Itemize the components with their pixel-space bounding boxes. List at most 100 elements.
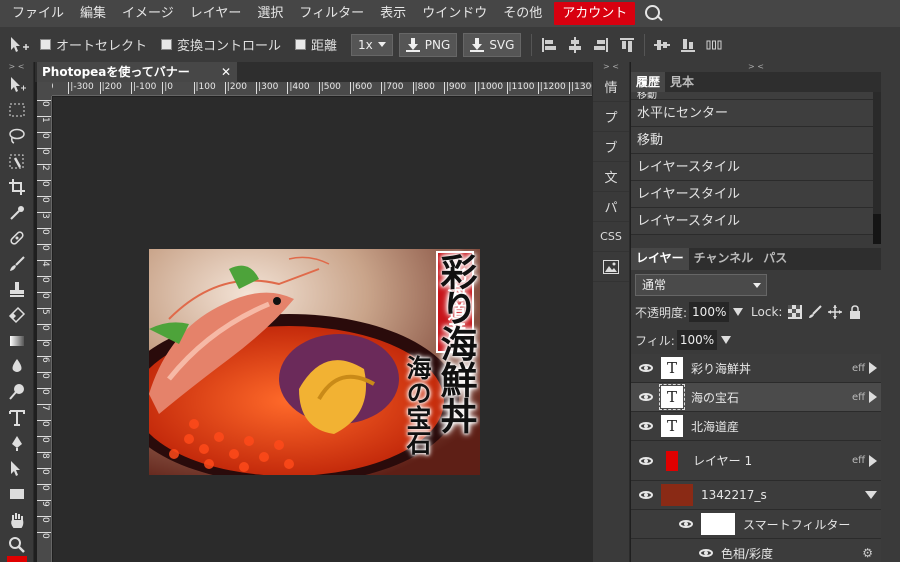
vertical-ruler[interactable]: 0 1 0 0 2 0 0 3 0 0 4 0 0 5 0 0 6 0 0 7 0 0 8 0 0 9 0 0 <box>37 96 52 562</box>
menu-filter[interactable]: フィルター <box>291 0 372 27</box>
menu-more[interactable]: その他 <box>495 0 550 27</box>
checkbox-box[interactable] <box>295 39 307 50</box>
menu-select[interactable]: 選択 <box>249 0 291 27</box>
eye-icon[interactable] <box>699 549 713 557</box>
move-tool[interactable] <box>0 72 34 98</box>
close-icon[interactable]: ✕ <box>221 62 231 82</box>
export-png-button[interactable]: PNG <box>398 32 458 57</box>
crop-tool[interactable] <box>0 174 34 200</box>
banner-canvas[interactable]: 北海道産 彩り海鮮丼 海の宝石 <box>149 249 480 475</box>
opacity-input[interactable]: 100% <box>689 302 730 322</box>
transform-controls-checkbox[interactable]: 変換コントロール <box>161 35 281 54</box>
smart-filter-row[interactable]: スマートフィルター <box>631 510 881 539</box>
tab-paths[interactable]: パス <box>758 248 792 270</box>
checkbox-box[interactable] <box>40 39 51 50</box>
align-bottom-icon[interactable] <box>679 36 697 54</box>
lock-pixels-icon[interactable] <box>808 305 823 319</box>
foreground-color-swatch[interactable] <box>7 556 27 562</box>
history-row[interactable]: レイヤースタイル <box>631 208 873 235</box>
layer-row[interactable]: レイヤー 1 eff <box>631 441 881 481</box>
align-right-icon[interactable] <box>592 36 610 54</box>
properties-panel-button[interactable]: プ <box>593 102 629 132</box>
right-panel-scrollbar[interactable] <box>881 62 900 562</box>
character-panel-button[interactable]: 文 <box>593 162 629 192</box>
search-icon[interactable] <box>641 0 665 27</box>
layer-row[interactable]: T 彩り海鮮丼 eff <box>631 354 881 383</box>
hand-tool[interactable] <box>0 507 34 533</box>
healing-tool[interactable] <box>0 226 34 252</box>
eye-icon[interactable] <box>639 364 653 372</box>
type-tool[interactable] <box>0 405 34 431</box>
horizontal-ruler[interactable]: |00 |-300 |200 |-100 |0 |100 |200 |300 |400 |500 |… <box>52 82 592 96</box>
shape-tool[interactable] <box>0 482 34 508</box>
pen-tool[interactable] <box>0 430 34 456</box>
align-middle-icon[interactable] <box>653 36 671 54</box>
marquee-tool[interactable] <box>0 98 34 124</box>
dodge-tool[interactable] <box>0 379 34 405</box>
export-svg-button[interactable]: SVG <box>463 32 522 57</box>
info-panel-button[interactable]: 情 <box>593 72 629 102</box>
expand-arrow-icon[interactable] <box>869 454 877 467</box>
eyedropper-tool[interactable] <box>0 200 34 226</box>
menu-window[interactable]: ウインドウ <box>414 0 495 27</box>
expand-arrow-icon[interactable] <box>869 362 877 374</box>
fill-dropdown-icon[interactable] <box>720 336 731 344</box>
effects-badge[interactable]: eff <box>852 363 865 374</box>
panel-collapse[interactable]: > < <box>631 62 881 72</box>
history-row[interactable]: 移動 <box>631 92 873 100</box>
expand-arrow-icon[interactable] <box>869 391 877 403</box>
brush-panel-button[interactable]: ブ <box>593 132 629 162</box>
layer-row[interactable]: T 海の宝石 eff <box>631 383 881 412</box>
align-top-icon[interactable] <box>618 36 636 54</box>
css-panel-button[interactable]: CSS <box>593 222 629 252</box>
brush-tool[interactable] <box>0 251 34 277</box>
menu-image[interactable]: イメージ <box>114 0 182 27</box>
fill-input[interactable]: 100% <box>676 330 717 350</box>
menu-view[interactable]: 表示 <box>372 0 414 27</box>
effects-badge[interactable]: eff <box>852 455 865 466</box>
eye-icon[interactable] <box>639 456 653 465</box>
lock-transparency-icon[interactable] <box>788 305 803 319</box>
layer-row[interactable]: T 北海道産 <box>631 412 881 441</box>
history-row[interactable]: レイヤースタイル <box>631 154 873 181</box>
path-select-tool[interactable] <box>0 456 34 482</box>
blur-tool[interactable] <box>0 354 34 380</box>
distribute-icon[interactable] <box>705 36 723 54</box>
lock-all-icon[interactable] <box>848 305 862 319</box>
menu-file[interactable]: ファイル <box>4 0 72 27</box>
tab-channels[interactable]: チャンネル <box>689 248 759 270</box>
checkbox-box[interactable] <box>161 39 173 50</box>
align-center-h-icon[interactable] <box>566 36 584 54</box>
auto-select-checkbox[interactable]: オートセレクト <box>40 35 147 54</box>
history-row[interactable]: レイヤースタイル <box>631 181 873 208</box>
tab-layers[interactable]: レイヤー <box>631 248 689 270</box>
opacity-dropdown-icon[interactable] <box>733 308 744 316</box>
history-row[interactable]: 移動 <box>631 127 873 154</box>
zoom-dropdown[interactable]: 1x <box>351 33 393 56</box>
align-left-icon[interactable] <box>540 36 558 54</box>
eye-icon[interactable] <box>639 491 653 499</box>
menu-edit[interactable]: 編集 <box>72 0 114 27</box>
eraser-tool[interactable] <box>0 302 34 328</box>
image-panel-button[interactable] <box>593 252 629 282</box>
distance-checkbox[interactable]: 距離 <box>295 35 337 54</box>
filter-row[interactable]: 色相/彩度 ⚙ <box>631 539 881 562</box>
menu-layer[interactable]: レイヤー <box>182 0 250 27</box>
zoom-tool[interactable] <box>0 533 34 559</box>
gradient-tool[interactable] <box>0 328 34 354</box>
layer-row[interactable]: 1342217_s <box>631 481 881 510</box>
tab-history[interactable]: 履歴 <box>631 72 666 92</box>
eye-icon[interactable] <box>679 520 693 528</box>
quick-select-tool[interactable] <box>0 149 34 175</box>
lock-position-icon[interactable] <box>828 305 843 319</box>
stamp-tool[interactable] <box>0 277 34 303</box>
paragraph-panel-button[interactable]: パ <box>593 192 629 222</box>
account-button[interactable]: アカウント <box>554 2 636 25</box>
eye-icon[interactable] <box>639 393 653 401</box>
document-tab[interactable]: Photopeaを使ってバナー ✕ <box>37 62 237 82</box>
eye-icon[interactable] <box>639 422 653 430</box>
history-scroll-thumb[interactable] <box>873 214 881 244</box>
lasso-tool[interactable] <box>0 123 34 149</box>
tab-swatches[interactable]: 見本 <box>665 72 699 92</box>
collapse-arrow-icon[interactable] <box>865 491 877 499</box>
